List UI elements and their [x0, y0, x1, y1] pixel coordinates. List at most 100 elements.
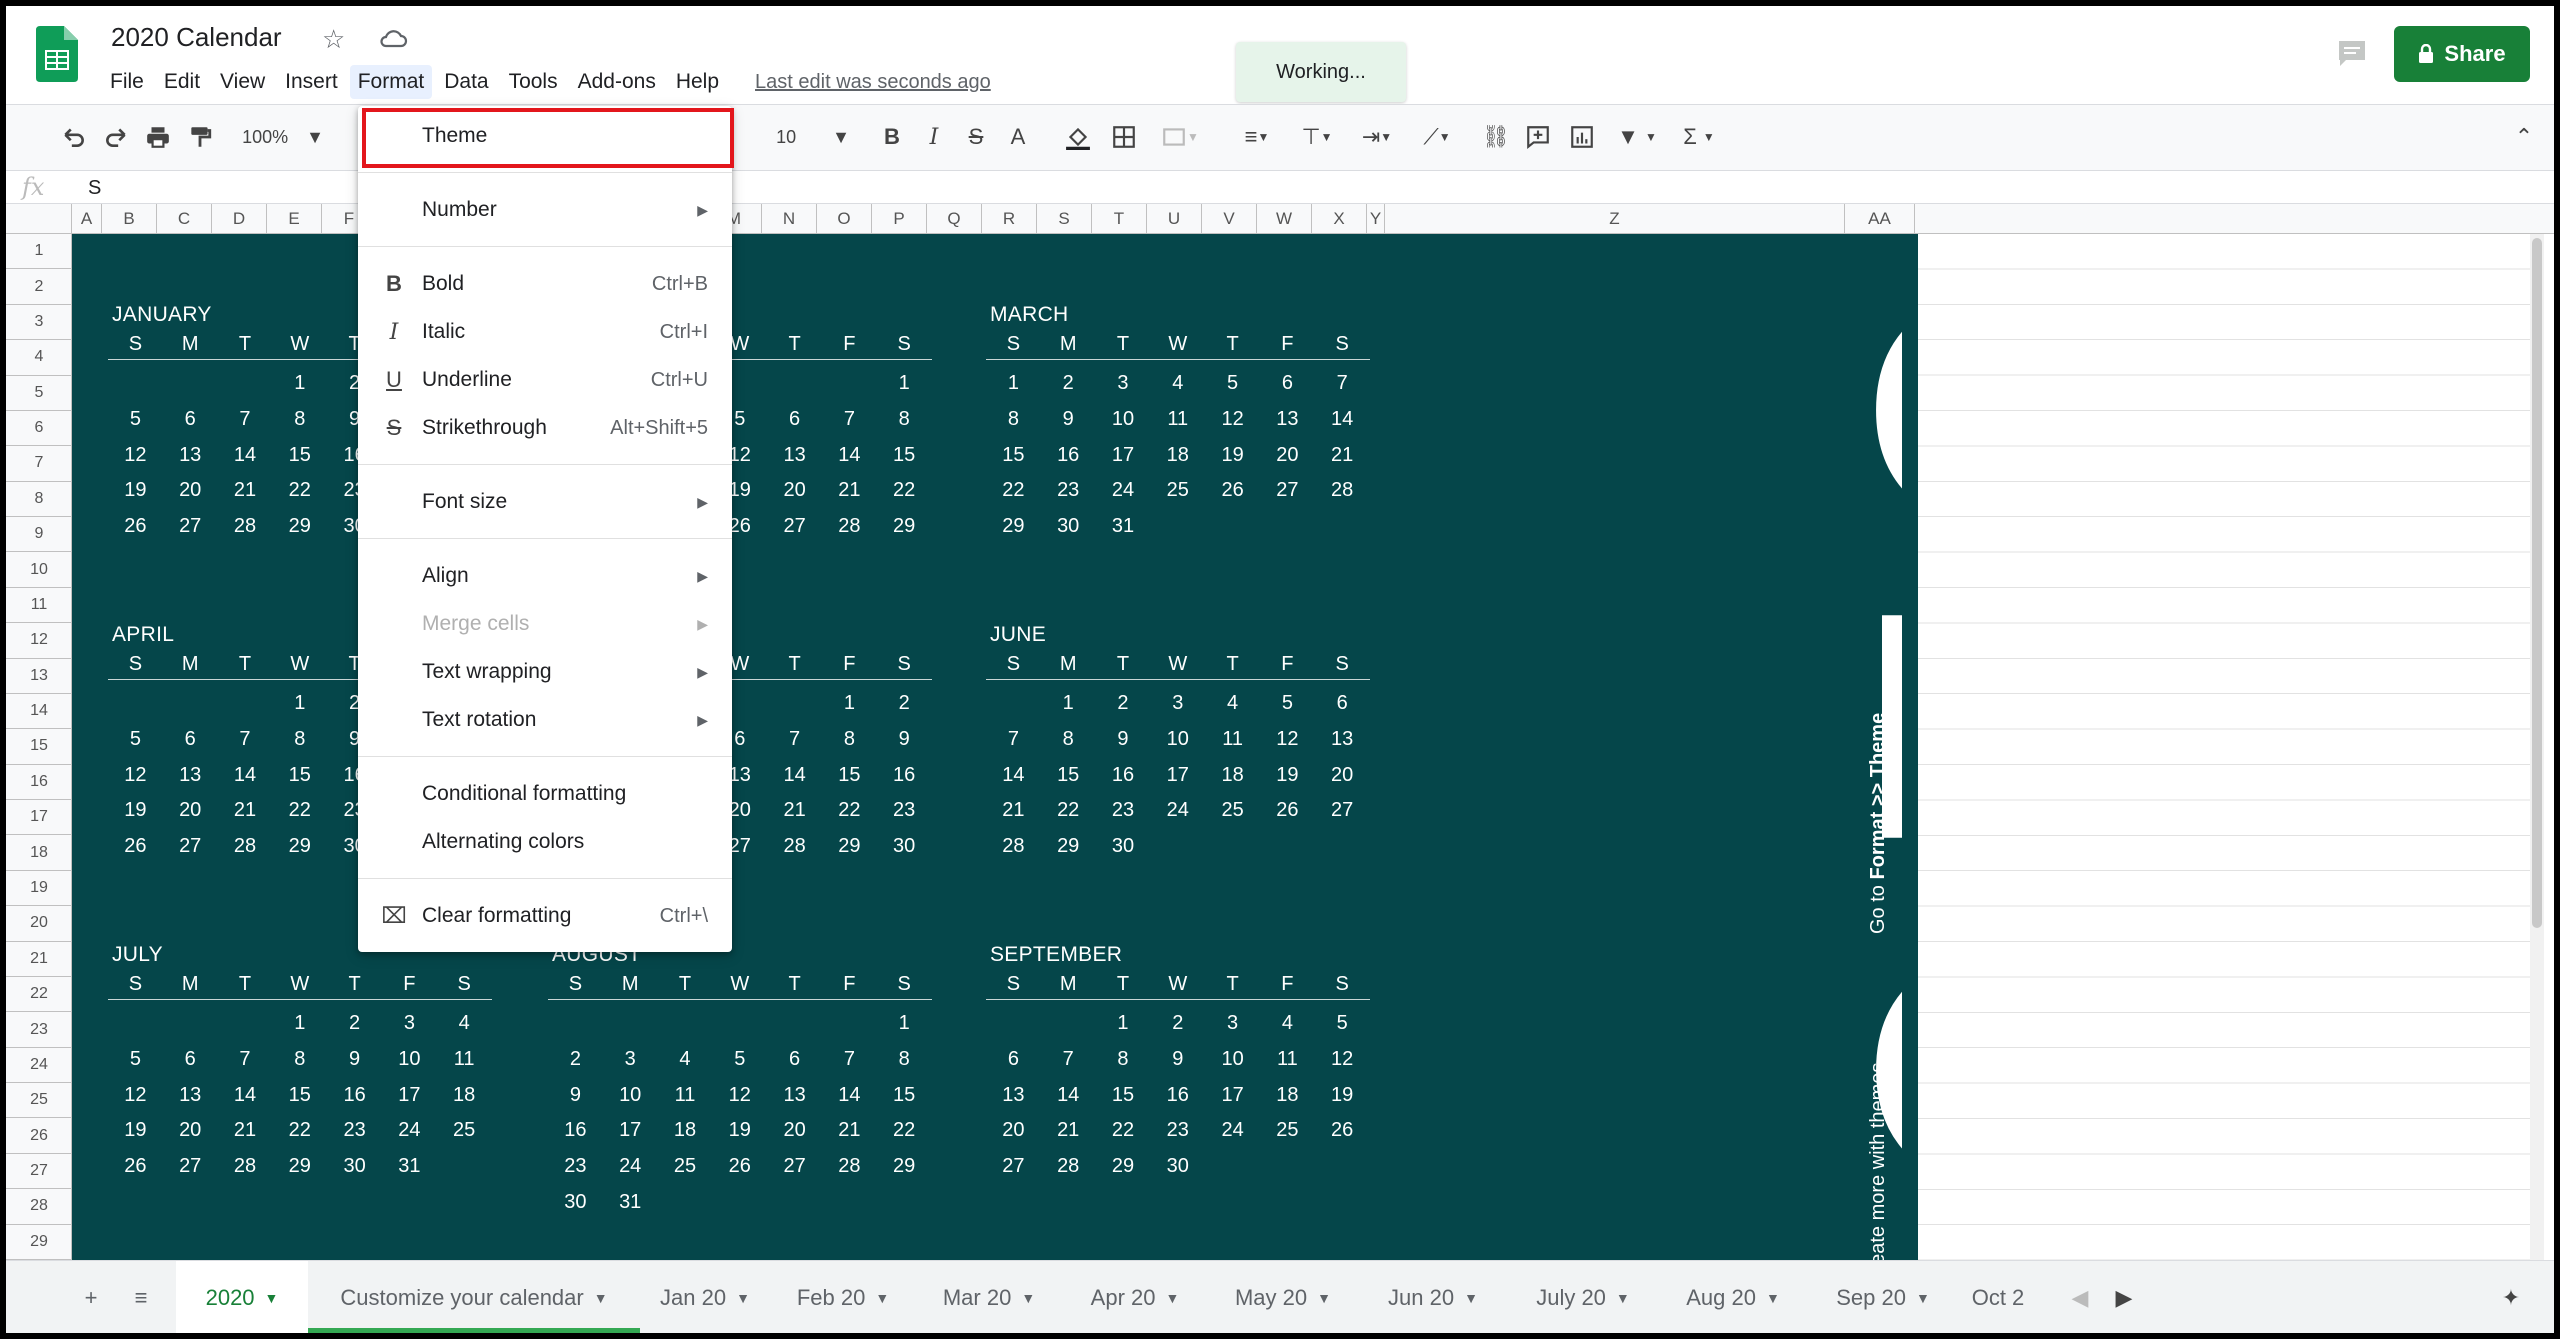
- document-title[interactable]: 2020 Calendar: [111, 22, 282, 53]
- day-cell[interactable]: 11: [1205, 728, 1260, 751]
- merge-cells-icon[interactable]: ▼: [1152, 115, 1208, 159]
- day-cell[interactable]: 20: [1260, 444, 1315, 467]
- day-cell[interactable]: 13: [767, 1084, 822, 1107]
- day-cell[interactable]: 14: [218, 1084, 273, 1107]
- day-cell[interactable]: 19: [108, 799, 163, 822]
- row-header[interactable]: 26: [6, 1118, 72, 1154]
- chevron-down-icon[interactable]: ▼: [1464, 1290, 1478, 1306]
- day-cell[interactable]: 8: [877, 1048, 932, 1071]
- day-cell[interactable]: 23: [327, 1119, 382, 1142]
- day-cell[interactable]: 12: [108, 1084, 163, 1107]
- day-cell[interactable]: 29: [1096, 1155, 1151, 1178]
- chevron-down-icon[interactable]: ▼: [1616, 1290, 1630, 1306]
- day-cell[interactable]: 17: [603, 1119, 658, 1142]
- day-cell[interactable]: 27: [986, 1155, 1041, 1178]
- day-cell[interactable]: 27: [1260, 479, 1315, 502]
- day-cell[interactable]: 5: [108, 1048, 163, 1071]
- day-cell[interactable]: 20: [1315, 764, 1370, 787]
- sheet-tab[interactable]: Oct 2: [1958, 1261, 2038, 1333]
- row-header[interactable]: 23: [6, 1012, 72, 1048]
- font-size-select[interactable]: 10 ▼: [768, 115, 858, 159]
- sheet-tab[interactable]: Customize your calendar ▼: [308, 1261, 640, 1333]
- sheet-tab[interactable]: Jun 20 ▼: [1358, 1261, 1508, 1333]
- paint-format-icon[interactable]: [182, 115, 218, 159]
- explore-icon[interactable]: ✦: [2486, 1261, 2536, 1333]
- row-header[interactable]: 17: [6, 800, 72, 836]
- day-cell[interactable]: 13: [1260, 408, 1315, 431]
- menu-item-bold[interactable]: B Bold Ctrl+B: [358, 262, 732, 306]
- day-cell[interactable]: 25: [437, 1119, 492, 1142]
- day-cell[interactable]: 12: [108, 444, 163, 467]
- day-cell[interactable]: 28: [218, 835, 273, 858]
- day-cell[interactable]: 10: [1150, 728, 1205, 751]
- row-header[interactable]: 19: [6, 871, 72, 907]
- filter-icon[interactable]: ▼ ▼: [1612, 115, 1662, 159]
- day-cell[interactable]: 4: [1260, 1012, 1315, 1035]
- menu-item-number[interactable]: Number ▶: [358, 188, 732, 232]
- menu-format[interactable]: Format: [349, 65, 433, 99]
- day-cell[interactable]: 28: [1041, 1155, 1096, 1178]
- chevron-down-icon[interactable]: ▼: [1317, 1290, 1331, 1306]
- day-cell[interactable]: 10: [1096, 408, 1151, 431]
- day-cell[interactable]: 25: [1150, 479, 1205, 502]
- day-cell[interactable]: 26: [108, 1155, 163, 1178]
- day-cell[interactable]: 15: [822, 764, 877, 787]
- day-cell[interactable]: 6: [986, 1048, 1041, 1071]
- row-header[interactable]: 28: [6, 1189, 72, 1225]
- day-cell[interactable]: 9: [877, 728, 932, 751]
- day-cell[interactable]: 14: [1041, 1084, 1096, 1107]
- day-cell[interactable]: 2: [877, 692, 932, 715]
- row-header[interactable]: 24: [6, 1048, 72, 1084]
- day-cell[interactable]: 10: [603, 1084, 658, 1107]
- day-cell[interactable]: 20: [163, 479, 218, 502]
- menu-view[interactable]: View: [212, 65, 273, 99]
- day-cell[interactable]: 14: [767, 764, 822, 787]
- day-cell[interactable]: 7: [218, 408, 273, 431]
- day-cell[interactable]: 23: [1096, 799, 1151, 822]
- day-cell[interactable]: 28: [822, 1155, 877, 1178]
- link-icon[interactable]: ⛓: [1478, 115, 1514, 159]
- day-cell[interactable]: 17: [1150, 764, 1205, 787]
- row-header[interactable]: 10: [6, 552, 72, 588]
- sheet-tab[interactable]: 2020 ▼: [176, 1261, 308, 1333]
- day-cell[interactable]: 22: [272, 479, 327, 502]
- row-header[interactable]: 13: [6, 659, 72, 694]
- day-cell[interactable]: 24: [1205, 1119, 1260, 1142]
- day-cell[interactable]: 8: [272, 408, 327, 431]
- fill-color-icon[interactable]: [1058, 115, 1098, 159]
- day-cell[interactable]: 31: [1096, 515, 1151, 538]
- chevron-down-icon[interactable]: ▼: [1165, 1290, 1179, 1306]
- print-icon[interactable]: [140, 115, 176, 159]
- last-edit-link[interactable]: Last edit was seconds ago: [755, 71, 991, 94]
- day-cell[interactable]: 28: [218, 515, 273, 538]
- vertical-align-icon[interactable]: ⊤ ▼: [1292, 115, 1342, 159]
- zoom-select[interactable]: 100% ▼: [238, 115, 328, 159]
- day-cell[interactable]: 21: [822, 1119, 877, 1142]
- day-cell[interactable]: 28: [986, 835, 1041, 858]
- day-cell[interactable]: 5: [712, 1048, 767, 1071]
- day-cell[interactable]: 13: [1315, 728, 1370, 751]
- column-header[interactable]: T: [1092, 204, 1147, 234]
- day-cell[interactable]: 26: [108, 515, 163, 538]
- day-cell[interactable]: 28: [218, 1155, 273, 1178]
- day-cell[interactable]: 16: [1041, 444, 1096, 467]
- day-cell[interactable]: 27: [163, 515, 218, 538]
- day-cell[interactable]: 8: [822, 728, 877, 751]
- day-cell[interactable]: 17: [1096, 444, 1151, 467]
- day-cell[interactable]: 25: [1260, 1119, 1315, 1142]
- day-cell[interactable]: 9: [548, 1084, 603, 1107]
- text-wrap-icon[interactable]: ⇥ ▼: [1352, 115, 1402, 159]
- redo-icon[interactable]: [98, 115, 134, 159]
- day-cell[interactable]: 9: [1096, 728, 1151, 751]
- column-header[interactable]: W: [1257, 204, 1312, 234]
- row-header[interactable]: 14: [6, 694, 72, 730]
- undo-icon[interactable]: [56, 115, 92, 159]
- cloud-saved-icon[interactable]: [378, 26, 408, 50]
- day-cell[interactable]: 19: [712, 1119, 767, 1142]
- day-cell[interactable]: 8: [1041, 728, 1096, 751]
- day-cell[interactable]: 16: [548, 1119, 603, 1142]
- day-cell[interactable]: 2: [327, 1012, 382, 1035]
- sheet-tab[interactable]: Apr 20 ▼: [1062, 1261, 1208, 1333]
- day-cell[interactable]: 10: [1205, 1048, 1260, 1071]
- borders-icon[interactable]: [1106, 115, 1142, 159]
